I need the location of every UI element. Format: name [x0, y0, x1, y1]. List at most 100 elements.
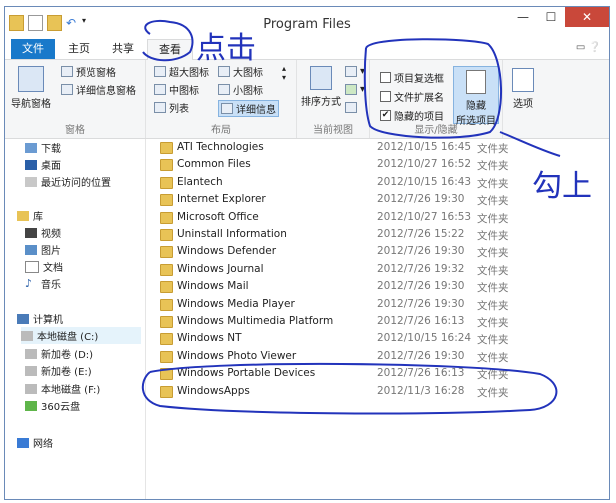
ribbon: 导航窗格 预览窗格 详细信息窗格 窗格 超大图标 大图标 中图标 小图标 列表 … — [5, 60, 609, 139]
title-bar: ↶ ▾ Program Files — ☐ ✕ — [5, 7, 609, 39]
file-name: WindowsApps — [177, 384, 250, 397]
hide-selected-icon — [466, 70, 486, 94]
small-icons-option[interactable]: 小图标 — [218, 82, 263, 97]
ribbon-expand-controls[interactable]: ▭ ❔ — [576, 42, 601, 53]
file-name: Uninstall Information — [177, 228, 287, 240]
preview-pane-icon — [61, 66, 73, 77]
file-type: 文件夹 — [477, 230, 509, 242]
size-columns-button[interactable] — [345, 102, 357, 113]
options-button[interactable]: 选项 — [505, 68, 541, 110]
table-row[interactable]: ATI Technologies 2012/10/15 16:45 文件夹 — [146, 139, 609, 156]
layout-scroll[interactable]: ▴ ▾ — [282, 64, 286, 82]
table-row[interactable]: Common Files 2012/10/27 16:52 文件夹 — [146, 156, 609, 173]
table-row[interactable]: Windows Journal 2012/7/26 19:32 文件夹 — [146, 261, 609, 278]
drive-icon — [21, 330, 33, 341]
file-type: 文件夹 — [477, 160, 509, 173]
table-row[interactable]: Internet Explorer 2012/7/26 19:30 文件夹 — [146, 191, 609, 208]
medium-icons-option[interactable]: 中图标 — [154, 82, 199, 97]
add-columns-button[interactable]: ▾ — [345, 84, 365, 95]
tab-home[interactable]: 主页 — [59, 39, 99, 59]
nav-item-drive-d[interactable]: 新加卷 (D:) — [25, 345, 93, 362]
details-option[interactable]: 详细信息 — [218, 100, 279, 117]
file-name: Windows Photo Viewer — [177, 349, 297, 362]
list-icon — [154, 102, 166, 113]
file-date: 2012/10/15 16:43 — [377, 175, 472, 188]
nav-item-desktop[interactable]: 桌面 — [25, 156, 61, 173]
table-row[interactable]: Windows Portable Devices 2012/7/26 16:13 文… — [146, 365, 609, 382]
drive-icon — [25, 383, 37, 394]
xlarge-icons-icon — [154, 66, 166, 77]
file-date: 2012/7/26 19:30 — [377, 297, 465, 310]
file-type: 文件夹 — [477, 195, 509, 208]
sort-by-button[interactable]: 排序方式 — [301, 66, 341, 108]
item-checkboxes-toggle[interactable]: 项目复选框 — [380, 70, 444, 85]
recent-places-icon — [25, 176, 37, 187]
file-date: 2012/7/26 19:32 — [377, 262, 465, 275]
tab-view[interactable]: 查看 — [147, 39, 193, 61]
folder-icon — [160, 263, 173, 276]
preview-pane-button[interactable]: 预览窗格 — [61, 64, 116, 79]
table-row[interactable]: WindowsApps 2012/11/3 16:28 文件夹 — [146, 383, 609, 400]
checkbox — [380, 91, 391, 102]
folder-icon — [160, 229, 173, 241]
file-type: 文件夹 — [477, 264, 509, 277]
table-row[interactable]: Windows Mail 2012/7/26 19:30 文件夹 — [146, 278, 609, 295]
file-date: 2012/11/3 16:28 — [377, 384, 465, 397]
folder-icon — [160, 316, 173, 328]
checkbox — [380, 72, 391, 83]
drive-icon — [25, 365, 37, 376]
file-date: 2012/7/26 16:13 — [377, 315, 465, 327]
table-row[interactable]: Microsoft Office 2012/10/27 16:53 文件夹 — [146, 209, 609, 226]
nav-item-recent[interactable]: 最近访问的位置 — [25, 173, 111, 190]
table-row[interactable]: Elantech 2012/10/15 16:43 文件夹 — [146, 174, 609, 191]
file-type: 文件夹 — [477, 212, 509, 225]
file-date: 2012/7/26 15:22 — [377, 228, 465, 240]
nav-item-drive-f[interactable]: 本地磁盘 (F:) — [25, 380, 100, 397]
window-controls: — ☐ ✕ — [509, 7, 609, 27]
table-row[interactable]: Windows Multimedia Platform 2012/7/26 16:… — [146, 313, 609, 330]
file-type: 文件夹 — [477, 143, 509, 155]
hide-selected-button[interactable]: 隐藏 所选项目 — [453, 66, 499, 127]
list-option[interactable]: 列表 — [154, 100, 189, 115]
minimize-button[interactable]: — — [509, 7, 537, 27]
navigation-pane-icon — [18, 66, 44, 92]
music-icon: ♪ — [25, 276, 33, 290]
file-name: Common Files — [177, 158, 251, 171]
nav-item-360-cloud[interactable]: 360云盘 — [25, 397, 80, 414]
navigation-pane: 下载 桌面 最近访问的位置 库 视频 图片 文档 ♪ 音乐 计算机 本地磁盘 (C… — [5, 139, 146, 499]
nav-item-pictures[interactable]: 图片 — [25, 241, 61, 258]
nav-item-network[interactable]: 网络 — [17, 434, 53, 451]
xlarge-icons-option[interactable]: 超大图标 — [154, 64, 209, 79]
desktop-icon — [25, 159, 37, 170]
nav-item-drive-e[interactable]: 新加卷 (E:) — [25, 362, 92, 379]
nav-item-libraries[interactable]: 库 — [17, 207, 43, 224]
table-row[interactable]: Windows NT 2012/10/15 16:24 文件夹 — [146, 330, 609, 347]
tab-share[interactable]: 共享 — [103, 39, 143, 59]
large-icons-option[interactable]: 大图标 — [218, 64, 263, 79]
details-pane-button[interactable]: 详细信息窗格 — [61, 82, 136, 97]
file-name: Microsoft Office — [177, 210, 259, 223]
file-extensions-toggle[interactable]: 文件扩展名 — [380, 89, 444, 104]
table-row[interactable]: Uninstall Information 2012/7/26 15:22 文件夹 — [146, 226, 609, 243]
nav-item-downloads[interactable]: 下载 — [25, 139, 61, 156]
table-row[interactable]: Windows Media Player 2012/7/26 19:30 文件夹 — [146, 296, 609, 313]
file-list: ATI Technologies 2012/10/15 16:45 文件夹 Commo… — [146, 139, 609, 499]
group-by-button[interactable]: ▾ — [345, 66, 365, 77]
nav-item-music[interactable]: ♪ 音乐 — [25, 275, 61, 292]
tab-file[interactable]: 文件 — [11, 39, 55, 59]
folder-icon — [160, 142, 173, 154]
nav-item-drive-c[interactable]: 本地磁盘 (C:) — [21, 327, 141, 344]
table-row[interactable]: Windows Photo Viewer 2012/7/26 19:30 文件夹 — [146, 348, 609, 365]
nav-item-computer[interactable]: 计算机 — [17, 310, 63, 327]
maximize-button[interactable]: ☐ — [537, 7, 565, 27]
navigation-pane-button[interactable]: 导航窗格 — [9, 66, 53, 110]
group-label-pane: 窗格 — [65, 125, 85, 136]
nav-item-videos[interactable]: 视频 — [25, 224, 61, 241]
table-row[interactable]: Windows Defender 2012/7/26 19:30 文件夹 — [146, 243, 609, 260]
file-name: Windows NT — [177, 332, 242, 345]
picture-icon — [25, 244, 37, 255]
folder-icon — [160, 368, 173, 381]
close-button[interactable]: ✕ — [565, 7, 609, 27]
file-type: 文件夹 — [477, 317, 509, 329]
nav-item-documents[interactable]: 文档 — [25, 258, 63, 275]
